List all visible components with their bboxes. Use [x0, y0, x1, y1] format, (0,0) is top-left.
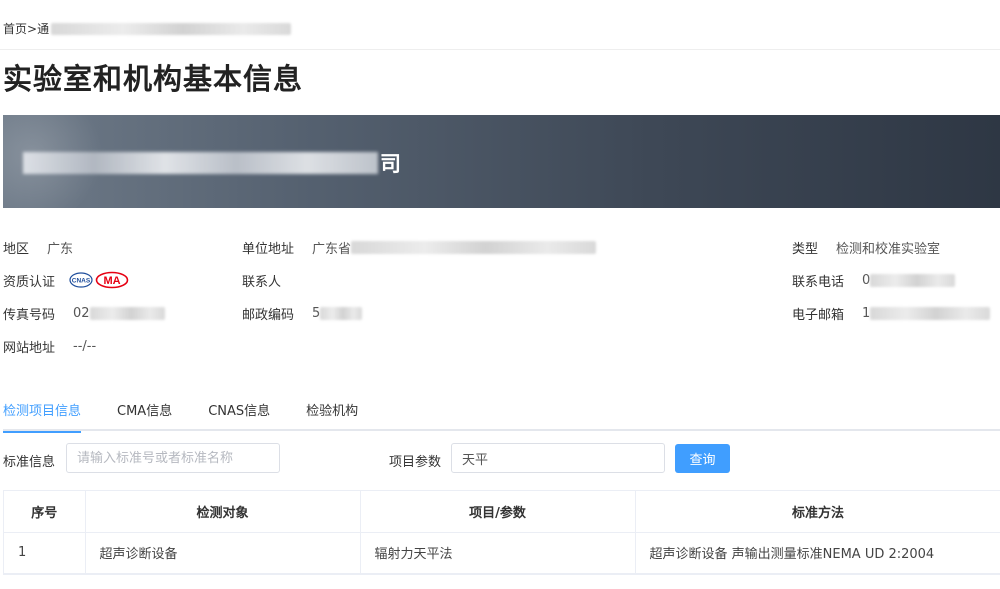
- breadcrumb-separator: >: [27, 21, 38, 36]
- col-header-standard-method: 标准方法: [635, 491, 1000, 533]
- tab-cma-info[interactable]: CMA信息: [117, 395, 172, 431]
- info-postcode-prefix: 5: [312, 305, 321, 321]
- header-divider: [0, 49, 1000, 50]
- cell-standard-method: 超声诊断设备 声输出测量标准NEMA UD 2:2004: [635, 532, 1000, 574]
- info-postcode-redacted: [320, 306, 363, 320]
- tab-inspection-agency[interactable]: 检验机构: [306, 395, 358, 431]
- info-fax-redacted: [89, 306, 165, 320]
- breadcrumb-home[interactable]: 首页: [3, 20, 27, 37]
- info-type-value: 检测和校准实验室: [836, 241, 941, 257]
- test-items-table: 序号 检测对象 项目/参数 标准方法 1 超声诊断设备 辐射力天平法 超声诊断设…: [3, 490, 1000, 575]
- cell-test-object: 超声诊断设备: [85, 532, 361, 574]
- cell-item-param: 辐射力天平法: [360, 532, 636, 574]
- breadcrumb-current: 通: [37, 22, 50, 36]
- param-filter-label: 项目参数: [389, 455, 442, 470]
- institution-banner: 司: [3, 115, 1000, 208]
- cell-index: 1: [4, 532, 86, 574]
- col-header-test-object: 检测对象: [85, 491, 361, 533]
- info-email: 电子邮箱 1: [792, 303, 991, 323]
- info-website-label: 网站地址: [3, 340, 56, 356]
- info-postcode-value: 5: [312, 305, 363, 321]
- info-address-prefix: 广东省: [312, 241, 352, 257]
- info-type: 类型 检测和校准实验室: [792, 237, 940, 257]
- table-header-row: 序号 检测对象 项目/参数 标准方法: [4, 491, 1000, 533]
- info-fax-label: 传真号码: [3, 307, 56, 323]
- institution-name-redacted: [23, 152, 378, 174]
- info-phone-value: 0: [862, 272, 956, 288]
- col-header-index: 序号: [4, 491, 86, 533]
- info-fax-prefix: 02: [73, 305, 90, 321]
- info-type-label: 类型: [792, 241, 819, 257]
- info-contact: 联系人: [242, 270, 299, 290]
- info-website-value: --/--: [73, 338, 97, 354]
- page-title: 实验室和机构基本信息: [3, 62, 304, 96]
- info-qualification: 资质认证 CNAS MA: [3, 270, 129, 290]
- info-qualification-label: 资质认证: [3, 274, 56, 290]
- cnas-logo-icon: CNAS: [69, 272, 93, 288]
- info-address-label: 单位地址: [242, 241, 295, 257]
- info-email-redacted: [870, 306, 991, 320]
- breadcrumb: 首页 > 通: [3, 20, 292, 37]
- info-postcode-label: 邮政编码: [242, 307, 295, 323]
- info-email-value: 1: [862, 305, 991, 321]
- tab-cnas-info[interactable]: CNAS信息: [208, 395, 270, 431]
- info-address-redacted: [351, 240, 597, 254]
- query-button[interactable]: 查询: [675, 444, 730, 473]
- info-phone-label: 联系电话: [792, 274, 845, 290]
- info-region-value: 广东: [47, 241, 74, 257]
- qualification-icons: CNAS MA: [69, 271, 129, 289]
- info-phone-redacted: [870, 273, 956, 287]
- info-fax-value: 02: [73, 306, 165, 321]
- info-address: 单位地址 广东省: [242, 237, 597, 257]
- col-header-item-param: 项目/参数: [360, 491, 636, 533]
- info-email-prefix: 1: [862, 305, 871, 321]
- info-address-value: 广东省: [312, 238, 597, 257]
- info-region: 地区 广东: [3, 237, 73, 257]
- institution-name: 司: [23, 151, 401, 176]
- info-email-label: 电子邮箱: [792, 307, 845, 323]
- standard-filter-label: 标准信息: [3, 455, 56, 470]
- info-contact-label: 联系人: [242, 274, 282, 290]
- cnas-logo-text: CNAS: [72, 278, 91, 285]
- breadcrumb-redacted: [51, 22, 292, 35]
- info-phone-prefix: 0: [862, 272, 871, 288]
- cma-logo-text: MA: [103, 275, 120, 287]
- info-postcode: 邮政编码 5: [242, 303, 363, 323]
- info-fax: 传真号码 02: [3, 303, 165, 323]
- institution-name-suffix: 司: [380, 152, 401, 176]
- standard-search-input[interactable]: [66, 443, 280, 473]
- info-website: 网站地址 --/--: [3, 336, 96, 356]
- table-row: 1 超声诊断设备 辐射力天平法 超声诊断设备 声输出测量标准NEMA UD 2:…: [4, 532, 1000, 574]
- tab-test-items[interactable]: 检测项目信息: [3, 395, 82, 433]
- param-search-input[interactable]: [451, 443, 665, 473]
- cma-logo-icon: MA: [95, 271, 129, 289]
- info-phone: 联系电话 0: [792, 270, 956, 290]
- info-region-label: 地区: [3, 241, 30, 257]
- tab-bar: 检测项目信息 CMA信息 CNAS信息 检验机构: [3, 395, 1000, 433]
